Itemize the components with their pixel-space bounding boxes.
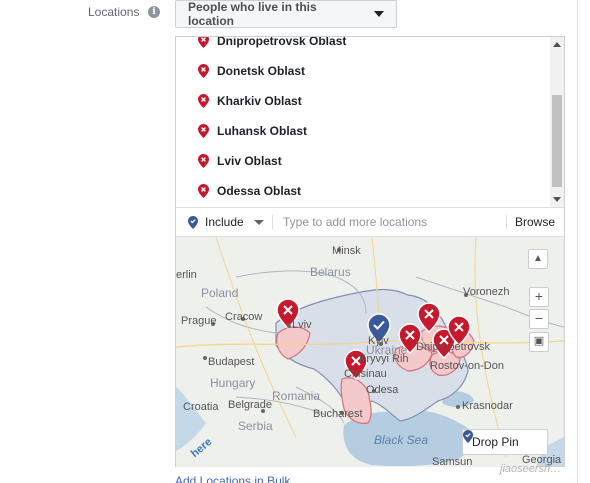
map-label-berlin: erlin (176, 269, 197, 281)
map-label-black-sea: Black Sea (374, 433, 429, 447)
map-label-romania: Romania (272, 389, 321, 403)
include-bar: Include Browse (176, 207, 564, 237)
list-item[interactable]: Luhansk Oblast (198, 121, 307, 141)
map-label-chisinau: Chisinau (344, 368, 387, 380)
map-label-budapest: Budapest (208, 356, 255, 368)
map-label-poland: Poland (201, 286, 239, 300)
zoom-out-button[interactable]: − (529, 309, 549, 329)
scroll-up-arrow-icon[interactable] (553, 42, 561, 47)
list-item[interactable]: Dnipropetrovsk Oblast (198, 37, 346, 51)
list-item-label: Dnipropetrovsk Oblast (217, 37, 347, 48)
drop-pin-label: Drop Pin (472, 435, 519, 449)
map-label-samsun: Samsun (432, 456, 473, 467)
location-search-input[interactable] (273, 208, 506, 236)
map-label-lviv: Lviv (292, 319, 312, 331)
list-item[interactable]: Lviv Oblast (198, 151, 282, 171)
scrollbar-thumb[interactable] (552, 95, 562, 187)
location-x-pin-icon[interactable] (198, 37, 209, 48)
location-x-pin-icon[interactable] (198, 154, 209, 168)
location-x-pin-icon[interactable] (198, 184, 209, 198)
map-label-prague: Prague (181, 315, 217, 327)
drop-pin-button[interactable]: Drop Pin (462, 429, 548, 455)
include-dropdown[interactable]: Include (176, 208, 272, 236)
map-label-odesa: Odesa (366, 384, 399, 396)
list-item[interactable]: Odessa Oblast (198, 181, 301, 201)
map-label-rostov: Rostov-on-Don (430, 360, 504, 372)
caret-down-icon (253, 219, 264, 225)
location-type-dropdown[interactable]: People who live in this location (175, 0, 397, 28)
map-label-hungary: Hungary (210, 376, 256, 390)
recenter-icon[interactable]: ▣ (529, 332, 549, 352)
location-check-pin-icon (188, 215, 198, 229)
map-label-kryvyi-rih: Kryvyi Rih (359, 353, 409, 365)
list-item[interactable]: Donetsk Oblast (198, 61, 305, 81)
scroll-down-arrow-icon[interactable] (553, 197, 561, 202)
map-label-krasnodar: Krasnodar (462, 400, 513, 412)
browse-button[interactable]: Browse (507, 215, 564, 229)
location-x-pin-icon[interactable] (198, 94, 209, 108)
list-item-label: Lviv Oblast (217, 154, 282, 168)
list-scrollbar[interactable] (550, 37, 564, 207)
map-expand-button[interactable]: ▲ (528, 249, 548, 269)
location-check-pin-icon (463, 430, 473, 443)
map-label-voronezh: Voronezh (463, 286, 510, 298)
location-type-label: People who live in this location (188, 0, 317, 28)
zoom-in-button[interactable]: + (529, 287, 549, 307)
selected-locations-list: Dnipropetrovsk Oblast Donetsk Oblast Kha… (176, 37, 564, 207)
info-icon[interactable]: i (148, 6, 160, 18)
map-label-bucharest: Bucharest (313, 408, 363, 420)
list-item-label: Luhansk Oblast (217, 124, 308, 138)
locations-label: Locations (88, 5, 140, 19)
map-label-minsk: Minsk (332, 245, 361, 257)
page-divider (577, 0, 578, 483)
location-map[interactable]: Minsk Belarus erlin Poland Prague Cracow… (176, 237, 564, 467)
map-label-serbia: Serbia (238, 419, 273, 433)
caret-down-icon (374, 11, 384, 17)
map-label-cracow: Cracow (225, 311, 263, 323)
watermark: jiaoseersh… (500, 463, 562, 475)
list-item-label: Odessa Oblast (217, 184, 302, 198)
list-item-label: Donetsk Oblast (217, 64, 306, 78)
locations-panel: Dnipropetrovsk Oblast Donetsk Oblast Kha… (175, 36, 565, 467)
list-item-label: Kharkiv Oblast (217, 94, 302, 108)
location-x-pin-icon[interactable] (198, 64, 209, 78)
map-label-croatia: Croatia (183, 401, 219, 413)
include-label: Include (205, 215, 244, 229)
map-label-belgrade: Belgrade (228, 399, 273, 411)
location-x-pin-icon[interactable] (198, 124, 209, 138)
map-label-dnipropetrovsk: Dnipropetrovsk (416, 341, 490, 353)
add-locations-in-bulk-link[interactable]: Add Locations in Bulk (175, 474, 290, 483)
map-label-belarus: Belarus (310, 265, 351, 279)
list-item[interactable]: Kharkiv Oblast (198, 91, 302, 111)
